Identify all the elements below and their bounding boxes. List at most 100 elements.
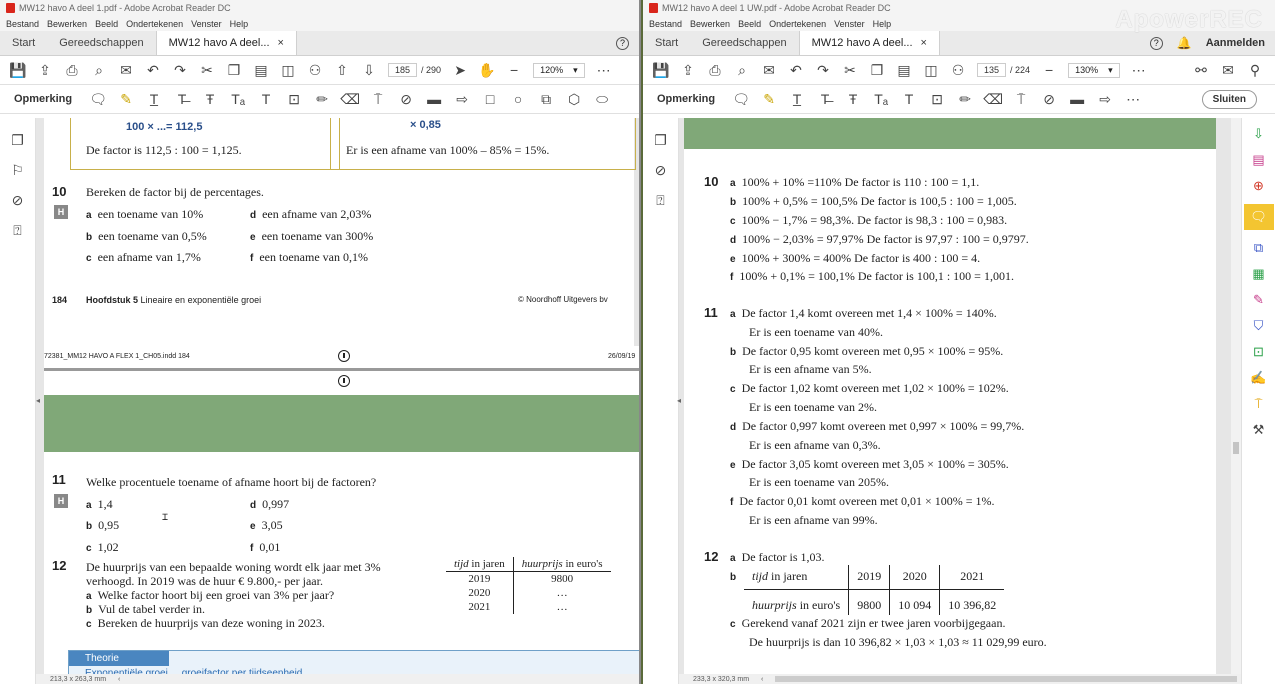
attach-icon[interactable]: ⊘ xyxy=(1041,91,1057,107)
binoculars-icon[interactable]: ⚇ xyxy=(950,62,966,78)
print-icon[interactable]: ⎙ xyxy=(64,62,80,78)
zoom-select[interactable]: 130% ▾ xyxy=(1068,62,1120,78)
vertical-scrollbar[interactable] xyxy=(1231,118,1241,674)
snapshot-icon[interactable]: ◫ xyxy=(923,62,939,78)
undo-icon[interactable]: ↶ xyxy=(788,62,804,78)
undo-icon[interactable]: ↶ xyxy=(145,62,161,78)
textbox-icon[interactable]: ⊡ xyxy=(929,91,945,107)
more-icon[interactable]: ⋯ xyxy=(1125,91,1141,107)
line-icon[interactable]: ▬ xyxy=(1069,91,1085,107)
scroll-left-icon[interactable]: ‹ xyxy=(118,676,120,683)
textbox-icon[interactable]: ⊡ xyxy=(286,91,302,107)
binoculars-icon[interactable]: ⚇ xyxy=(307,62,323,78)
underline-text-icon[interactable]: T̲ xyxy=(789,91,805,107)
strikethrough-icon[interactable]: T̶ xyxy=(174,91,190,107)
page-thumbnails-icon[interactable]: ❐ xyxy=(653,132,669,148)
attachment-icon[interactable]: ⊘ xyxy=(10,192,26,208)
create-pdf-icon[interactable]: ⊕ xyxy=(1251,178,1267,194)
tab-document[interactable]: MW12 havo A deel... × xyxy=(798,31,940,55)
tab-document[interactable]: MW12 havo A deel... × xyxy=(155,31,297,55)
horizontal-scrollbar[interactable] xyxy=(775,676,1237,682)
menu-venster[interactable]: Venster xyxy=(834,19,865,29)
cut-icon[interactable]: ✂ xyxy=(842,62,858,78)
menu-help[interactable]: Help xyxy=(230,19,249,29)
eraser-icon[interactable]: ⌫ xyxy=(340,91,360,107)
more-icon[interactable]: ⋯ xyxy=(596,62,612,78)
tab-tools[interactable]: Gereedschappen xyxy=(690,31,798,55)
tab-tools[interactable]: Gereedschappen xyxy=(47,31,155,55)
line-icon[interactable]: ▬ xyxy=(426,91,442,107)
pencil-icon[interactable]: ✏ xyxy=(314,91,330,107)
export-pdf-icon[interactable]: ⇩ xyxy=(1251,126,1267,142)
cut-icon[interactable]: ✂ xyxy=(199,62,215,78)
menu-bestand[interactable]: Bestand xyxy=(649,19,682,29)
mail-icon[interactable]: ✉ xyxy=(1220,62,1236,78)
attachment-icon[interactable]: ⊘ xyxy=(653,162,669,178)
document-view[interactable]: 10 a 100% + 10% =110% De factor is 110 : … xyxy=(679,118,1241,674)
arrow-icon[interactable]: ⇨ xyxy=(1097,91,1113,107)
redo-icon[interactable]: ↷ xyxy=(815,62,831,78)
bell-icon[interactable]: 🔔 xyxy=(1177,36,1192,50)
insert-text-icon[interactable]: Tₐ xyxy=(873,91,889,107)
scroll-left-icon[interactable]: ‹ xyxy=(761,676,763,683)
tab-start[interactable]: Start xyxy=(643,31,690,55)
arrow-icon[interactable]: ⇨ xyxy=(454,91,470,107)
comment-tool-icon[interactable]: 🗨 xyxy=(1243,204,1274,230)
send-for-signature-icon[interactable]: ⍑ xyxy=(1251,396,1267,412)
copy-icon[interactable]: ❐ xyxy=(226,62,242,78)
help-icon[interactable]: ? xyxy=(1149,36,1163,50)
page-down-icon[interactable]: ⇩ xyxy=(361,62,377,78)
send-icon[interactable]: ✉ xyxy=(761,62,777,78)
zoom-out-icon[interactable]: − xyxy=(506,62,522,78)
eraser-icon[interactable]: ⌫ xyxy=(983,91,1003,107)
upload-icon[interactable]: ⇪ xyxy=(680,62,696,78)
page-number-input[interactable]: 135 xyxy=(977,63,1007,77)
highlighter-icon[interactable]: ✎ xyxy=(118,91,134,107)
rectangle-icon[interactable]: □ xyxy=(482,91,498,107)
callout-icon[interactable]: ⧉ xyxy=(538,91,554,107)
stamp-icon[interactable]: ⍑ xyxy=(370,91,386,107)
bookmark-icon[interactable]: ⚐ xyxy=(10,162,26,178)
select-cursor-icon[interactable]: ➤ xyxy=(452,62,468,78)
comment-icon[interactable]: 🗨 xyxy=(89,91,107,107)
close-tab-icon[interactable]: × xyxy=(278,37,284,49)
text-icon[interactable]: T xyxy=(258,91,274,107)
sign-in-button[interactable]: Aanmelden xyxy=(1206,37,1265,49)
export-excel-icon[interactable]: ▦ xyxy=(1251,266,1267,282)
save-icon[interactable]: 💾 xyxy=(9,62,26,78)
protect-icon[interactable]: ⛉ xyxy=(1251,318,1267,334)
replace-text-icon[interactable]: Ŧ xyxy=(845,91,861,107)
close-tab-icon[interactable]: × xyxy=(921,37,927,49)
menu-bewerken[interactable]: Bewerken xyxy=(47,19,87,29)
replace-text-icon[interactable]: Ŧ xyxy=(202,91,218,107)
highlighter-icon[interactable]: ✎ xyxy=(761,91,777,107)
scroll-left-icon[interactable]: ◂ xyxy=(36,396,40,405)
share-user-icon[interactable]: ⚲ xyxy=(1247,62,1263,78)
link-icon[interactable]: ⚯ xyxy=(1193,62,1209,78)
menu-beeld[interactable]: Beeld xyxy=(738,19,761,29)
print-icon[interactable]: ⎙ xyxy=(707,62,723,78)
fill-sign-icon[interactable]: ✍ xyxy=(1250,370,1266,386)
oval-icon[interactable]: ○ xyxy=(510,91,526,107)
menu-bestand[interactable]: Bestand xyxy=(6,19,39,29)
help-icon[interactable]: ? xyxy=(616,36,629,50)
polygon-icon[interactable]: ⬡ xyxy=(566,91,582,107)
scan-ocr-icon[interactable]: ⊡ xyxy=(1251,344,1267,360)
document-view[interactable]: 100 × ...= 112,5 × 0,85 De factor is 112… xyxy=(36,118,639,674)
page-number-input[interactable]: 185 xyxy=(388,63,418,77)
cloud-icon[interactable]: ⬭ xyxy=(594,91,610,107)
upload-icon[interactable]: ⇪ xyxy=(37,62,53,78)
menu-bewerken[interactable]: Bewerken xyxy=(690,19,730,29)
edit-pdf-icon[interactable]: ✎ xyxy=(1251,292,1267,308)
zoom-select[interactable]: 120% ▾ xyxy=(533,62,585,78)
search-icon[interactable]: ⌕ xyxy=(734,62,750,78)
combine-files-icon[interactable]: ⧉ xyxy=(1251,240,1267,256)
organize-pages-icon[interactable]: ▤ xyxy=(1251,152,1267,168)
redo-icon[interactable]: ↷ xyxy=(172,62,188,78)
clipboard-icon[interactable]: ▤ xyxy=(253,62,269,78)
tab-start[interactable]: Start xyxy=(0,31,47,55)
accessibility-tags-icon[interactable]: ⍰ xyxy=(10,222,26,238)
menu-venster[interactable]: Venster xyxy=(191,19,222,29)
comment-icon[interactable]: 🗨 xyxy=(732,91,750,107)
underline-text-icon[interactable]: T̲ xyxy=(146,91,162,107)
